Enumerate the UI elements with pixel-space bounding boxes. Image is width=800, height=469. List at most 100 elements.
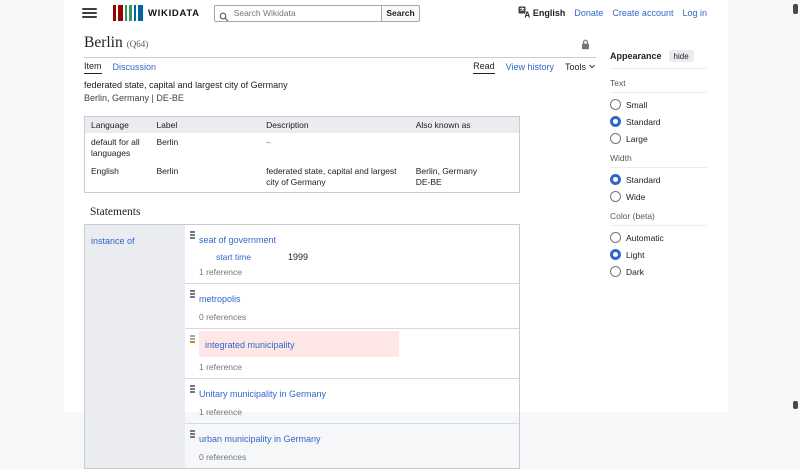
statement: metropolis 0 references bbox=[185, 284, 519, 329]
option-color-light[interactable]: Light bbox=[610, 249, 707, 260]
option-text-standard[interactable]: Standard bbox=[610, 116, 707, 127]
cell-description: federated state, capital and largest cit… bbox=[260, 162, 410, 192]
cell-description: – bbox=[260, 133, 410, 162]
statement: seat of government start time 1999 1 ref… bbox=[185, 225, 519, 284]
statement-value: integrated municipality bbox=[199, 331, 399, 357]
terms-row-english: English Berlin federated state, capital … bbox=[85, 162, 520, 192]
language-selector-button[interactable]: A English bbox=[518, 6, 566, 20]
protection-lock-icon bbox=[581, 37, 590, 55]
tab-discussion[interactable]: Discussion bbox=[113, 62, 157, 74]
donate-link[interactable]: Donate bbox=[574, 8, 603, 18]
option-text-small[interactable]: Small bbox=[610, 99, 707, 110]
radio-icon[interactable] bbox=[610, 249, 621, 260]
tab-item[interactable]: Item bbox=[84, 61, 102, 74]
tab-read[interactable]: Read bbox=[473, 61, 495, 74]
radio-icon[interactable] bbox=[610, 191, 621, 202]
top-header: WIKIDATA Search A bbox=[64, 0, 728, 26]
hamburger-icon bbox=[82, 8, 97, 10]
rank-selector-icon[interactable] bbox=[190, 430, 195, 439]
wikidata-logo-text: WIKIDATA bbox=[148, 8, 200, 19]
statement-value: Unitary municipality in Germany bbox=[199, 383, 326, 402]
wikidata-logo[interactable]: WIKIDATA bbox=[113, 5, 200, 21]
col-label: Label bbox=[150, 117, 260, 134]
radio-icon[interactable] bbox=[610, 174, 621, 185]
option-width-wide[interactable]: Wide bbox=[610, 191, 707, 202]
appearance-header: Appearance hide bbox=[610, 50, 707, 69]
option-label: Large bbox=[626, 134, 648, 144]
title-row: Berlin (Q64) bbox=[84, 34, 596, 58]
tab-tools[interactable]: Tools bbox=[565, 62, 596, 74]
content-canvas: WIKIDATA Search A bbox=[64, 0, 728, 412]
qualifier-property-link[interactable]: start time bbox=[216, 252, 288, 262]
entity-aliases: Berlin, Germany | DE-BE bbox=[84, 93, 596, 103]
references-toggle[interactable]: 1 reference bbox=[199, 267, 513, 277]
search-button[interactable]: Search bbox=[381, 5, 419, 22]
value-link[interactable]: seat of government bbox=[199, 235, 276, 245]
main-menu-button[interactable] bbox=[82, 6, 97, 20]
radio-icon[interactable] bbox=[610, 99, 621, 110]
statements-heading: Statements bbox=[90, 206, 596, 218]
references-toggle[interactable]: 0 references bbox=[199, 452, 513, 462]
option-label: Dark bbox=[626, 267, 644, 277]
tools-label: Tools bbox=[565, 62, 586, 72]
option-color-dark[interactable]: Dark bbox=[610, 266, 707, 277]
scrollbar-bottom-nub[interactable] bbox=[793, 401, 798, 409]
option-text-large[interactable]: Large bbox=[610, 133, 707, 144]
cell-label: Berlin bbox=[150, 162, 260, 192]
rank-selector-icon[interactable] bbox=[190, 335, 195, 344]
option-label: Standard bbox=[626, 117, 661, 127]
section-label-text: Text bbox=[610, 78, 707, 93]
search-bar: Search bbox=[214, 5, 420, 22]
language-icon: A bbox=[518, 6, 530, 20]
property-link[interactable]: instance of bbox=[91, 236, 135, 246]
rank-selector-icon[interactable] bbox=[190, 290, 195, 299]
statement-values: seat of government start time 1999 1 ref… bbox=[185, 225, 519, 468]
chevron-down-icon bbox=[588, 62, 596, 72]
tab-view-history[interactable]: View history bbox=[506, 62, 554, 74]
radio-icon[interactable] bbox=[610, 116, 621, 127]
value-link[interactable]: Unitary municipality in Germany bbox=[199, 389, 326, 399]
col-also-known-as: Also known as bbox=[410, 117, 520, 134]
entity-id: (Q64) bbox=[127, 39, 149, 49]
radio-icon[interactable] bbox=[610, 133, 621, 144]
value-link[interactable]: metropolis bbox=[199, 294, 241, 304]
statement-value: metropolis bbox=[199, 288, 241, 307]
rank-selector-icon[interactable] bbox=[190, 385, 195, 394]
rank-selector-icon[interactable] bbox=[190, 231, 195, 240]
statement-group: instance of seat of government start tim… bbox=[84, 224, 520, 469]
statement-value: urban municipality in Germany bbox=[199, 428, 321, 447]
option-width-standard[interactable]: Standard bbox=[610, 174, 707, 185]
scrollbar-thumb[interactable] bbox=[793, 4, 798, 14]
value-link[interactable]: urban municipality in Germany bbox=[199, 434, 321, 444]
cell-language: English bbox=[85, 162, 151, 192]
search-input[interactable] bbox=[214, 5, 382, 22]
col-language: Language bbox=[85, 117, 151, 134]
option-label: Wide bbox=[626, 192, 645, 202]
value-link[interactable]: integrated municipality bbox=[205, 340, 295, 350]
language-label: English bbox=[533, 8, 566, 18]
page-title: Berlin (Q64) bbox=[84, 34, 596, 52]
option-label: Light bbox=[626, 250, 644, 260]
vertical-scrollbar[interactable] bbox=[791, 0, 800, 412]
option-color-automatic[interactable]: Automatic bbox=[610, 232, 707, 243]
references-toggle[interactable]: 1 reference bbox=[199, 362, 513, 372]
statement: Unitary municipality in Germany 1 refere… bbox=[185, 379, 519, 424]
appearance-panel: Appearance hide Text Small Standard Larg… bbox=[610, 50, 707, 277]
references-toggle[interactable]: 0 references bbox=[199, 312, 513, 322]
entity-description: federated state, capital and largest cit… bbox=[84, 80, 596, 90]
alias-line: DE-BE bbox=[416, 177, 513, 188]
svg-text:A: A bbox=[524, 11, 530, 18]
create-account-link[interactable]: Create account bbox=[612, 8, 673, 18]
wikidata-page: WIKIDATA Search A bbox=[0, 0, 800, 412]
statement: urban municipality in Germany 0 referenc… bbox=[185, 424, 519, 468]
log-in-link[interactable]: Log in bbox=[682, 8, 707, 18]
radio-icon[interactable] bbox=[610, 232, 621, 243]
terms-header-row: Language Label Description Also known as bbox=[85, 117, 520, 134]
col-description: Description bbox=[260, 117, 410, 134]
hide-button[interactable]: hide bbox=[669, 50, 694, 62]
cell-aliases bbox=[410, 133, 520, 162]
radio-icon[interactable] bbox=[610, 266, 621, 277]
terms-row-default: default for all languages Berlin – bbox=[85, 133, 520, 162]
entity-label: Berlin bbox=[84, 34, 123, 52]
wikidata-logo-icon bbox=[113, 5, 143, 21]
